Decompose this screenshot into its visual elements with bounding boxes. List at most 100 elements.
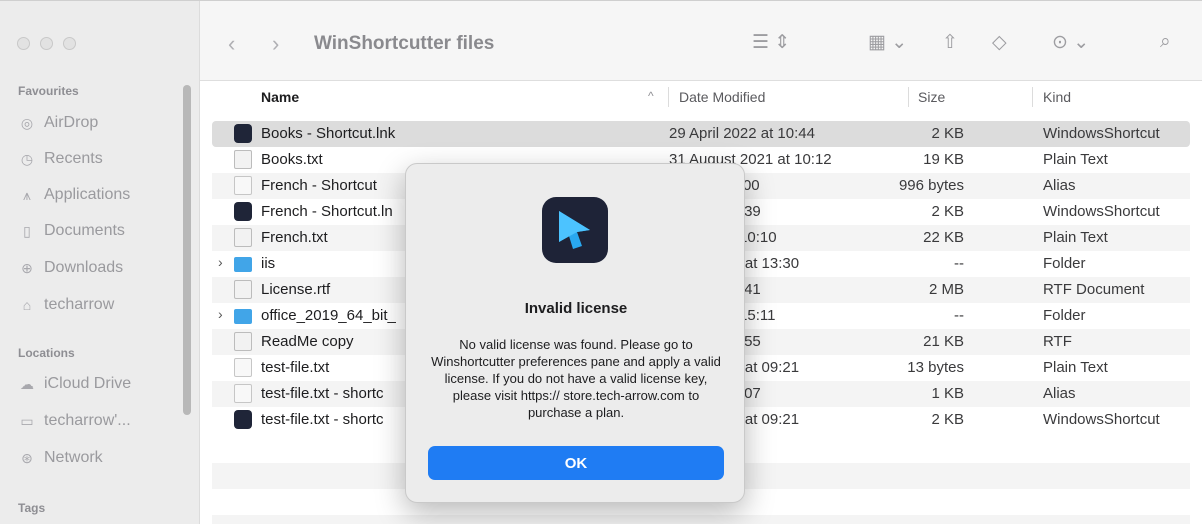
alias-file-icon — [234, 176, 252, 195]
file-size: 21 KB — [923, 333, 964, 350]
text-file-icon — [234, 358, 252, 377]
airdrop-icon: ◎ — [20, 114, 34, 131]
sidebar-item-documents[interactable]: ▯ Documents — [18, 219, 125, 243]
winshortcutter-icon — [234, 410, 252, 429]
file-size: -- — [954, 255, 964, 272]
toolbar: ‹ › WinShortcutter files ☰ ⇕ ▦ ⌄ ⇧ ◇ ⊙ ⌄… — [200, 1, 1202, 81]
column-divider — [1032, 87, 1033, 107]
text-file-icon — [234, 228, 252, 247]
column-divider — [668, 87, 669, 107]
tag-icon[interactable]: ◇ — [992, 31, 1007, 54]
window-controls — [17, 37, 76, 50]
file-size: 1 KB — [931, 385, 964, 402]
file-kind: RTF — [1043, 333, 1072, 350]
file-kind: WindowsShortcut — [1043, 411, 1160, 428]
search-icon[interactable]: ⌕ — [1160, 31, 1171, 53]
file-size: 22 KB — [923, 229, 964, 246]
arrow-logo-icon — [559, 211, 590, 249]
ok-button[interactable]: OK — [428, 446, 724, 480]
favourites-heading: Favourites — [18, 84, 79, 98]
winshortcutter-app-icon — [542, 197, 608, 263]
column-date-modified[interactable]: Date Modified — [679, 89, 765, 105]
sidebar-scrollbar[interactable] — [183, 85, 191, 415]
download-icon: ⊕ — [21, 259, 33, 276]
file-size: 2 KB — [931, 125, 964, 142]
text-file-icon — [234, 150, 252, 169]
close-window-button[interactable] — [17, 37, 30, 50]
column-divider — [908, 87, 909, 107]
sidebar-item-label: AirDrop — [44, 114, 99, 131]
sidebar-item-computer[interactable]: ▭ techarrow'... — [18, 409, 131, 433]
file-size: 19 KB — [923, 151, 964, 168]
sidebar-item-label: techarrow — [44, 296, 115, 313]
window-title: WinShortcutter files — [314, 33, 495, 54]
tags-heading: Tags — [18, 501, 46, 515]
column-header: Name ^ Date Modified Size Kind — [212, 81, 1190, 113]
file-kind: Alias — [1043, 177, 1076, 194]
share-icon[interactable]: ⇧ — [942, 31, 958, 54]
sidebar-item-label: Applications — [44, 186, 131, 203]
sidebar-item-label: Documents — [44, 222, 125, 239]
empty-row — [212, 515, 1190, 524]
file-kind: Folder — [1043, 307, 1086, 324]
applications-icon: ⩚ — [23, 186, 31, 203]
disclosure-chevron-icon[interactable]: › — [218, 254, 223, 270]
cloud-icon: ☁ — [20, 375, 34, 392]
file-size: -- — [954, 307, 964, 324]
file-kind: RTF Document — [1043, 281, 1145, 298]
folder-icon — [234, 309, 252, 324]
zoom-window-button[interactable] — [63, 37, 76, 50]
folder-icon — [234, 257, 252, 272]
document-icon: ▯ — [23, 222, 31, 239]
sidebar-item-network[interactable]: ⊛ Network — [18, 446, 103, 470]
computer-icon: ▭ — [20, 412, 34, 429]
column-size[interactable]: Size — [918, 89, 945, 105]
column-name[interactable]: Name — [261, 89, 299, 105]
sidebar-item-techarrow[interactable]: ⌂ techarrow — [18, 293, 114, 317]
file-kind: Plain Text — [1043, 359, 1108, 376]
chevron-left-icon[interactable]: ‹ — [228, 31, 235, 57]
sidebar-item-applications[interactable]: ⩚ Applications — [18, 183, 130, 207]
file-kind: Plain Text — [1043, 229, 1108, 246]
rtf-file-icon — [234, 332, 252, 351]
file-name: Books - Shortcut.lnk — [261, 125, 396, 142]
list-view-icon[interactable]: ☰ ⇕ — [752, 31, 790, 54]
column-kind[interactable]: Kind — [1043, 89, 1071, 105]
sidebar-item-label: Downloads — [44, 259, 124, 276]
sidebar: Favourites ◎ AirDrop ◷ Recents ⩚ Applica… — [0, 1, 200, 524]
network-icon: ⊛ — [21, 449, 33, 466]
sidebar-item-label: techarrow'... — [44, 412, 131, 429]
file-kind: Alias — [1043, 385, 1076, 402]
sidebar-item-airdrop[interactable]: ◎ AirDrop — [18, 111, 98, 135]
sidebar-item-label: iCloud Drive — [44, 375, 132, 392]
sidebar-item-recents[interactable]: ◷ Recents — [18, 147, 103, 171]
sidebar-item-downloads[interactable]: ⊕ Downloads — [18, 256, 123, 280]
file-date: 29 April 2022 at 10:44 — [669, 125, 815, 142]
rtf-file-icon — [234, 280, 252, 299]
chevron-up-icon[interactable]: ^ — [648, 89, 654, 103]
file-size: 2 KB — [931, 203, 964, 220]
winshortcutter-icon — [234, 202, 252, 221]
sidebar-item-icloud-drive[interactable]: ☁ iCloud Drive — [18, 372, 131, 396]
chevron-right-icon[interactable]: › — [272, 31, 279, 57]
file-kind: Folder — [1043, 255, 1086, 272]
more-actions-icon[interactable]: ⊙ ⌄ — [1052, 31, 1089, 54]
home-icon: ⌂ — [22, 297, 32, 313]
winshortcutter-icon — [234, 124, 252, 143]
sidebar-item-label: Network — [44, 449, 103, 466]
finder-window: Favourites ◎ AirDrop ◷ Recents ⩚ Applica… — [0, 0, 1202, 524]
file-size: 996 bytes — [898, 177, 964, 194]
group-icon[interactable]: ▦ ⌄ — [868, 31, 907, 54]
license-alert-dialog: Invalid license No valid license was fou… — [405, 163, 745, 503]
dialog-message: No valid license was found. Please go to… — [431, 337, 721, 420]
minimize-window-button[interactable] — [40, 37, 53, 50]
table-row[interactable]: Books - Shortcut.lnk 29 April 2022 at 10… — [212, 121, 1190, 147]
alias-file-icon — [234, 384, 252, 403]
file-kind: WindowsShortcut — [1043, 203, 1160, 220]
locations-heading: Locations — [18, 346, 75, 360]
file-size: 2 KB — [931, 411, 964, 428]
file-size: 13 bytes — [907, 359, 964, 376]
sidebar-item-label: Recents — [44, 150, 103, 167]
disclosure-chevron-icon[interactable]: › — [218, 306, 223, 322]
file-kind: WindowsShortcut — [1043, 125, 1160, 142]
